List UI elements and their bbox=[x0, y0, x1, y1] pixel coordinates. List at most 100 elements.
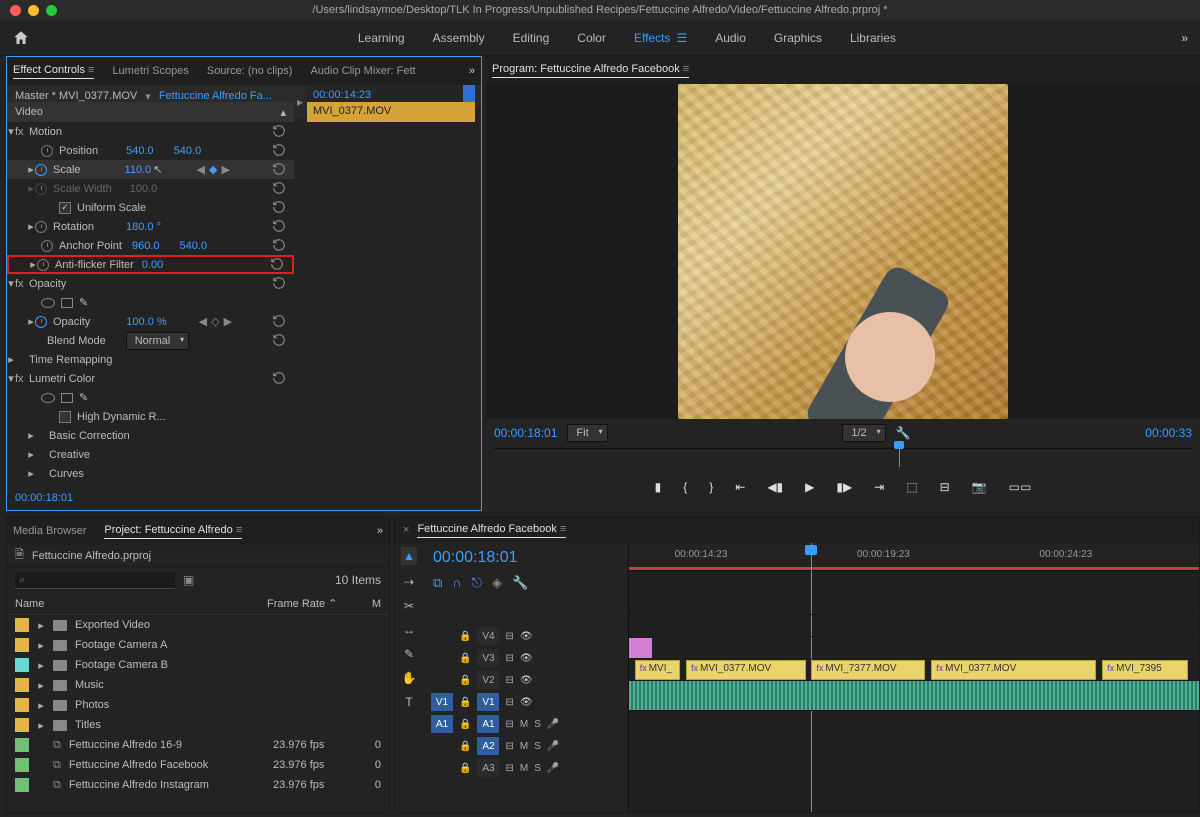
audio-track-header[interactable]: A1🔒A1⊟MS🎤 bbox=[423, 713, 628, 735]
lumetri-basic[interactable]: Basic Correction bbox=[49, 430, 130, 442]
twirl-icon[interactable]: ▾ bbox=[7, 125, 15, 138]
twirl-icon[interactable]: ▸ bbox=[27, 220, 35, 233]
track-select-tool-icon[interactable]: ⇢ bbox=[404, 575, 414, 589]
opacity-value[interactable]: 100.0 % bbox=[126, 316, 166, 328]
mask-rect-icon[interactable] bbox=[61, 393, 73, 403]
effect-controls-timecode[interactable]: 00:00:18:01 bbox=[15, 492, 73, 504]
pen-tool-icon[interactable]: ✎ bbox=[404, 647, 414, 661]
play-icon[interactable]: ▶ bbox=[805, 480, 814, 494]
timeline-clip[interactable]: fxMVI_7395 bbox=[1102, 660, 1188, 680]
twirl-icon[interactable]: ▾ bbox=[7, 277, 15, 290]
mark-clip-icon[interactable]: } bbox=[709, 480, 713, 494]
mask-ellipse-icon[interactable] bbox=[41, 298, 55, 308]
sequence-link[interactable]: Fettuccine Alfredo Fa... bbox=[159, 90, 272, 102]
lumetri-label[interactable]: Lumetri Color bbox=[29, 373, 95, 385]
collapse-icon[interactable]: ▴ bbox=[280, 106, 286, 119]
sync-lock-icon[interactable]: ⊟ bbox=[505, 631, 513, 642]
track-target[interactable]: A2 bbox=[477, 737, 499, 755]
fx-badge-icon[interactable] bbox=[15, 354, 29, 366]
resolution-select[interactable]: 1/2 bbox=[842, 424, 885, 442]
overflow-icon[interactable]: » bbox=[1181, 31, 1188, 45]
workspace-assembly[interactable]: Assembly bbox=[433, 31, 485, 45]
next-keyframe-icon[interactable]: ▶ bbox=[221, 163, 229, 176]
slip-tool-icon[interactable]: ↔ bbox=[403, 623, 415, 637]
hand-tool-icon[interactable]: ✋ bbox=[402, 671, 417, 685]
tab-program[interactable]: Program: Fettuccine Alfredo Facebook ≡ bbox=[492, 63, 689, 78]
time-remapping-label[interactable]: Time Remapping bbox=[29, 354, 112, 366]
twirl-icon[interactable]: ▸ bbox=[27, 448, 35, 461]
workspace-color[interactable]: Color bbox=[577, 31, 606, 45]
sequence-row[interactable]: ⧉Fettuccine Alfredo Facebook23.976 fps0 bbox=[7, 755, 389, 775]
track-target[interactable]: V1 bbox=[477, 693, 499, 711]
master-clip-label[interactable]: Master * MVI_0377.MOV bbox=[15, 90, 137, 102]
reset-icon[interactable] bbox=[272, 371, 288, 387]
reset-icon[interactable] bbox=[270, 257, 286, 273]
timeline-timecode[interactable]: 00:00:18:01 bbox=[423, 543, 628, 573]
voiceover-icon[interactable]: 🎤 bbox=[547, 719, 559, 730]
voiceover-icon[interactable]: 🎤 bbox=[547, 763, 559, 774]
position-x-value[interactable]: 540.0 bbox=[126, 145, 154, 157]
twirl-icon[interactable]: ▸ bbox=[37, 699, 45, 712]
program-playhead[interactable] bbox=[899, 445, 900, 467]
video-track-header[interactable]: 🔒V3⊟👁 bbox=[423, 647, 628, 669]
lock-icon[interactable]: 🔒 bbox=[459, 719, 471, 730]
sync-lock-icon[interactable]: ⊟ bbox=[505, 741, 513, 752]
twirl-icon[interactable]: ▸ bbox=[27, 429, 35, 442]
lock-icon[interactable]: 🔒 bbox=[459, 631, 471, 642]
bin-row[interactable]: ▸Photos bbox=[7, 695, 389, 715]
reset-icon[interactable] bbox=[272, 238, 288, 254]
eye-icon[interactable]: 👁 bbox=[520, 675, 533, 686]
reset-icon[interactable] bbox=[272, 333, 288, 349]
scale-value[interactable]: 110.0 bbox=[125, 164, 152, 176]
twirl-icon[interactable]: ▸ bbox=[37, 639, 45, 652]
prev-keyframe-icon[interactable]: ◀ bbox=[197, 163, 205, 176]
track-target[interactable]: A1 bbox=[477, 715, 499, 733]
add-keyframe-icon[interactable]: ◆ bbox=[209, 163, 217, 176]
motion-label[interactable]: Motion bbox=[29, 126, 62, 138]
col-framerate[interactable]: Frame Rate ⌃ bbox=[267, 597, 357, 610]
workspace-audio[interactable]: Audio bbox=[715, 31, 746, 45]
mask-pen-icon[interactable]: ✎ bbox=[79, 391, 88, 404]
gear-icon[interactable]: ☰ bbox=[676, 31, 687, 45]
go-out-icon[interactable]: ⇥ bbox=[874, 480, 884, 494]
workspace-libraries[interactable]: Libraries bbox=[850, 31, 896, 45]
timeline-clip[interactable]: fxMVI_ bbox=[635, 660, 681, 680]
stopwatch-icon[interactable] bbox=[37, 259, 49, 271]
panel-menu-icon[interactable]: ≡ bbox=[683, 63, 689, 75]
program-ruler[interactable] bbox=[494, 448, 1192, 466]
mark-out-icon[interactable]: { bbox=[683, 480, 687, 494]
video-track-header[interactable]: V1🔒V1⊟👁 bbox=[423, 691, 628, 713]
lumetri-curves[interactable]: Curves bbox=[49, 468, 84, 480]
track-target[interactable]: V2 bbox=[477, 671, 499, 689]
go-in-icon[interactable]: ⇤ bbox=[735, 480, 745, 494]
antiflicker-value[interactable]: 0.00 bbox=[142, 259, 163, 271]
magnet-icon[interactable]: ∩ bbox=[452, 575, 461, 591]
mark-in-icon[interactable]: ▮ bbox=[655, 480, 662, 494]
stopwatch-icon[interactable] bbox=[35, 316, 47, 328]
twirl-icon[interactable]: ▸ bbox=[7, 353, 15, 366]
tab-effect-controls[interactable]: Effect Controls ≡ bbox=[13, 64, 94, 79]
reset-icon[interactable] bbox=[272, 124, 288, 140]
minimize-window-button[interactable] bbox=[28, 5, 39, 16]
reset-icon[interactable] bbox=[272, 200, 288, 216]
lane-v1[interactable]: fxMVI_fxMVI_0377.MOVfxMVI_7377.MOVfxMVI_… bbox=[629, 659, 1199, 681]
reset-icon[interactable] bbox=[272, 276, 288, 292]
ripple-tool-icon[interactable]: ✂ bbox=[404, 599, 414, 613]
track-target[interactable]: A3 bbox=[477, 759, 499, 777]
audio-track-header[interactable]: 🔒A3⊟MS🎤 bbox=[423, 757, 628, 779]
audio-track-header[interactable]: 🔒A2⊟MS🎤 bbox=[423, 735, 628, 757]
lane-v2[interactable] bbox=[629, 637, 1199, 659]
mask-pen-icon[interactable]: ✎ bbox=[79, 296, 88, 309]
lumetri-creative[interactable]: Creative bbox=[49, 449, 90, 461]
lane-v3[interactable] bbox=[629, 615, 1199, 637]
sequence-row[interactable]: ⧉Fettuccine Alfredo Instagram23.976 fps0 bbox=[7, 775, 389, 795]
eye-icon[interactable]: 👁 bbox=[520, 631, 533, 642]
sync-lock-icon[interactable]: ⊟ bbox=[505, 653, 513, 664]
col-name[interactable]: Name bbox=[15, 598, 267, 610]
sync-lock-icon[interactable]: ⊟ bbox=[505, 675, 513, 686]
sync-lock-icon[interactable]: ⊟ bbox=[505, 697, 513, 708]
mini-playhead[interactable] bbox=[463, 85, 475, 102]
timeline-clip[interactable]: fxMVI_0377.MOV bbox=[686, 660, 806, 680]
tab-project[interactable]: Project: Fettuccine Alfredo ≡ bbox=[104, 524, 242, 539]
hdr-checkbox[interactable] bbox=[59, 411, 71, 423]
